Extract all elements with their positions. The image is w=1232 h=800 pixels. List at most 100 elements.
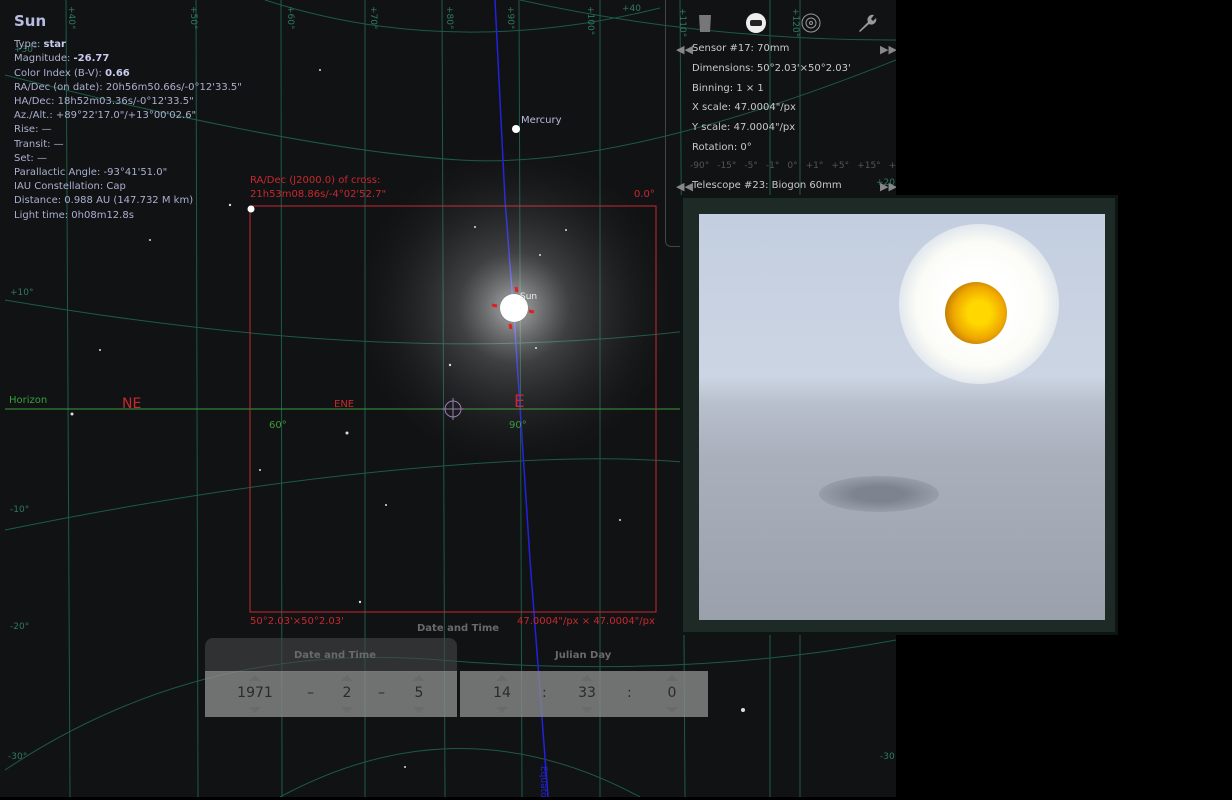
rotate-step-button[interactable]: +5° [831, 161, 849, 171]
mercury-label[interactable]: Mercury [521, 115, 562, 126]
tab-julian-day[interactable]: Julian Day [555, 650, 611, 661]
info-label: Light time: 0h08m12.8s [14, 209, 134, 221]
cross-coords: 21h53m08.86s/-4°02'52.7" [250, 189, 387, 200]
azimuth-label: 60° [269, 420, 287, 431]
cross-label: RA/Dec (J2000.0) of cross: [250, 175, 381, 186]
horizon-label: Horizon [9, 395, 48, 406]
crater [819, 476, 939, 512]
time-separator: : [627, 685, 632, 701]
info-label: Rise: — [14, 124, 52, 136]
info-line: RA/Dec (on date): 20h56m50.66s/-0°12'33.… [14, 81, 242, 95]
info-label: Magnitude: [14, 53, 74, 65]
sensor-rotation: Rotation: 0° [692, 142, 752, 153]
azimuth-label: 90° [509, 420, 527, 431]
info-label: Set: — [14, 152, 47, 164]
time-separator: : [542, 685, 547, 701]
grid-label: +60° [285, 6, 295, 30]
info-label: Type: [14, 39, 44, 51]
info-line: Magnitude: -26.77 [14, 52, 242, 66]
grid-label: +100° [585, 6, 595, 36]
date-spinners: 1971 – 2 – 5 [205, 671, 457, 717]
info-line: Light time: 0h08m12.8s [14, 209, 242, 223]
rotate-step-button[interactable]: +1° [806, 161, 824, 171]
time-spinners: 14 : 33 : 0 [460, 671, 708, 717]
next-telescope-icon[interactable]: ▶▶ [880, 180, 896, 193]
info-line: Rise: — [14, 123, 242, 137]
info-line: Az./Alt.: +89°22'17.0"/+13°00'02.6" [14, 109, 242, 123]
rotate-step-button[interactable]: -90° [690, 161, 709, 171]
previous-telescope-icon[interactable]: ◀◀ [676, 180, 693, 193]
grid-curve [279, 748, 641, 797]
sensor-y-scale: Y scale: 47.0004"/px [692, 122, 796, 133]
grid-label: -30 [880, 752, 895, 762]
minute-spinner[interactable]: 33 [567, 671, 607, 717]
info-value: -26.77 [73, 53, 110, 65]
dialog-title: Date and Time [417, 623, 500, 634]
grid-label: -30° [8, 752, 28, 762]
rotation-steps: -90° -15° -5° -1° 0° +1° +5° +15° +90° [690, 161, 896, 171]
cardinal-e: E [514, 392, 525, 412]
grid-label: +40 [622, 4, 641, 14]
info-line: Transit: — [14, 138, 242, 152]
grid-label: +90° [505, 6, 515, 30]
info-label: Az./Alt.: +89°22'17.0"/+13°00'02.6" [14, 110, 197, 122]
eyepiece-icon[interactable] [694, 12, 716, 34]
date-separator: – [378, 685, 385, 701]
info-label: IAU Constellation: Cap [14, 181, 126, 193]
cardinal-ne: NE [122, 396, 142, 412]
rotate-step-button[interactable]: +90° [889, 161, 896, 171]
lunar-surface-photo [699, 214, 1105, 620]
day-spinner[interactable]: 5 [399, 671, 439, 717]
sun-disc-image [945, 282, 1007, 344]
telescope-name: Telescope #23: Biogon 60mm [692, 180, 842, 191]
object-info-panel: Sun Type: star Magnitude: -26.77 Color Ind… [14, 12, 242, 223]
tab-date-time-label[interactable]: Date and Time [294, 650, 376, 661]
info-line: Set: — [14, 152, 242, 166]
info-label: RA/Dec (on date): 20h56m50.66s/-0°12'33.… [14, 81, 242, 93]
equator-label: Equator [538, 766, 548, 797]
info-line: HA/Dec: 18h52m03.36s/-0°12'33.5" [14, 95, 242, 109]
hour-spinner[interactable]: 14 [482, 671, 522, 717]
mercury-marker [512, 125, 520, 133]
rotate-step-button[interactable]: +15° [857, 161, 881, 171]
info-value: star [43, 39, 66, 51]
sensor-name: Sensor #17: 70mm [692, 43, 790, 54]
info-line: Parallactic Angle: -93°41'51.0" [14, 166, 242, 180]
info-label: HA/Dec: 18h52m03.36s/-0°12'33.5" [14, 96, 194, 108]
telrad-icon[interactable] [800, 12, 822, 34]
frame-rotation: 0.0° [634, 189, 655, 200]
rotate-step-button[interactable]: -1° [766, 161, 779, 171]
sensor-icon[interactable] [745, 12, 767, 34]
grid-label: +10° [10, 288, 34, 298]
month-spinner[interactable]: 2 [327, 671, 367, 717]
star [247, 205, 255, 213]
next-sensor-icon[interactable]: ▶▶ [880, 43, 896, 56]
cardinal-ene: ENE [334, 399, 355, 410]
year-spinner[interactable]: 1971 [235, 671, 275, 717]
info-label: Transit: — [14, 138, 64, 150]
wrench-icon[interactable] [855, 12, 877, 34]
sensor-x-scale: X scale: 47.0004"/px [692, 102, 796, 113]
info-line: Type: star [14, 38, 242, 52]
rotate-step-button[interactable]: -15° [717, 161, 736, 171]
info-line: IAU Constellation: Cap [14, 180, 242, 194]
info-label: Distance: 0.988 AU (147.732 M km) [14, 195, 194, 207]
sun-label[interactable]: Sun [520, 292, 537, 302]
grid-label: +70° [368, 6, 378, 30]
object-name: Sun [14, 12, 47, 30]
info-line: Color Index (B-V): 0.66 [14, 67, 242, 81]
date-separator: – [307, 685, 314, 701]
second-spinner[interactable]: 0 [652, 671, 692, 717]
rotate-step-button[interactable]: 0° [787, 161, 797, 171]
previous-sensor-icon[interactable]: ◀◀ [676, 43, 693, 56]
info-label: Color Index (B-V): [14, 67, 106, 79]
sensor-dimensions: Dimensions: 50°2.03'×50°2.03' [692, 63, 851, 74]
info-line: Distance: 0.988 AU (147.732 M km) [14, 194, 242, 208]
info-value: 0.66 [105, 67, 130, 79]
grid-label: -20° [10, 622, 30, 632]
rotate-step-button[interactable]: -5° [744, 161, 757, 171]
grid-label: -10° [10, 505, 30, 515]
date-time-dialog: Date and Time Date and Time Julian Day 1… [205, 618, 708, 717]
landscape-photo-overlay [680, 195, 1118, 635]
info-label: Parallactic Angle: -93°41'51.0" [14, 167, 168, 179]
